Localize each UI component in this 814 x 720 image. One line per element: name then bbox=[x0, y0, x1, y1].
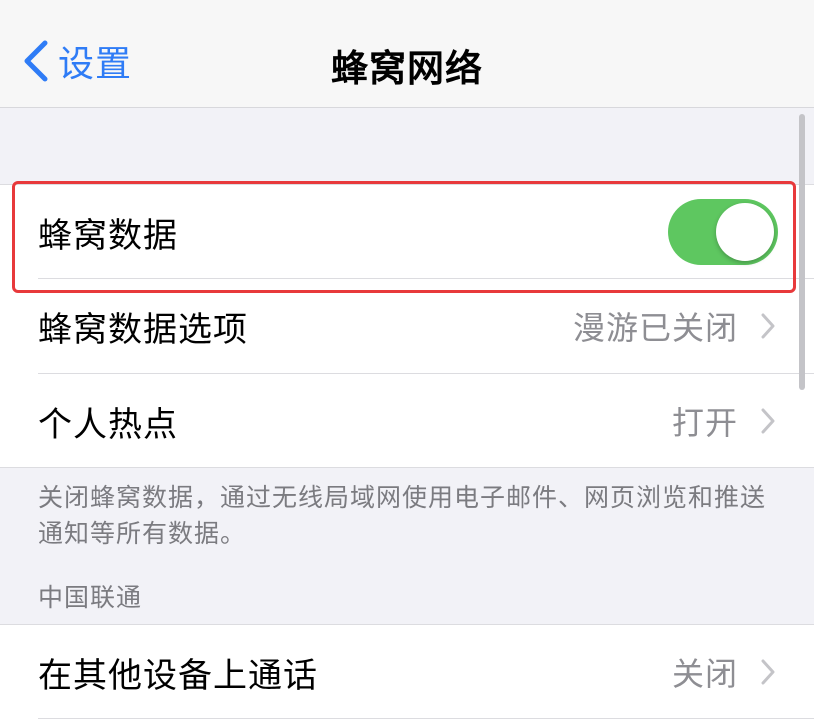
calls-on-other-devices-value: 关闭 bbox=[671, 655, 738, 693]
cellular-data-options-row[interactable]: 蜂窝数据选项 漫游已关闭 bbox=[0, 279, 814, 373]
cellular-footer-text: 关闭蜂窝数据，通过无线局域网使用电子邮件、网页浏览和推送通知等所有数据。 bbox=[38, 483, 767, 548]
calls-on-other-devices-label: 在其他设备上通话 bbox=[38, 655, 318, 696]
cellular-data-row: 蜂窝数据 bbox=[0, 185, 814, 279]
cellular-settings-group: 蜂窝数据 蜂窝数据选项 漫游已关闭 个人热点 打开 bbox=[0, 184, 814, 468]
carrier-section-header: 中国联通 bbox=[38, 583, 143, 612]
toggle-knob bbox=[716, 203, 774, 261]
calls-on-other-devices-row[interactable]: 在其他设备上通话 关闭 bbox=[0, 625, 814, 719]
row-divider bbox=[38, 718, 814, 719]
cellular-data-options-label: 蜂窝数据选项 bbox=[38, 309, 248, 350]
scroll-indicator[interactable] bbox=[799, 114, 805, 390]
carrier-settings-group: 在其他设备上通话 关闭 bbox=[0, 624, 814, 720]
navigation-bar: 设置 蜂窝网络 bbox=[0, 0, 814, 108]
cellular-data-label: 蜂窝数据 bbox=[38, 215, 178, 256]
page-title: 蜂窝网络 bbox=[331, 47, 483, 90]
personal-hotspot-label: 个人热点 bbox=[38, 404, 178, 445]
chevron-right-icon bbox=[761, 408, 775, 434]
personal-hotspot-value: 打开 bbox=[671, 404, 738, 442]
cellular-data-options-value: 漫游已关闭 bbox=[572, 309, 738, 347]
chevron-right-icon bbox=[761, 313, 775, 339]
cellular-data-toggle[interactable] bbox=[668, 199, 778, 265]
chevron-right-icon bbox=[761, 659, 775, 685]
personal-hotspot-row[interactable]: 个人热点 打开 bbox=[0, 374, 814, 468]
